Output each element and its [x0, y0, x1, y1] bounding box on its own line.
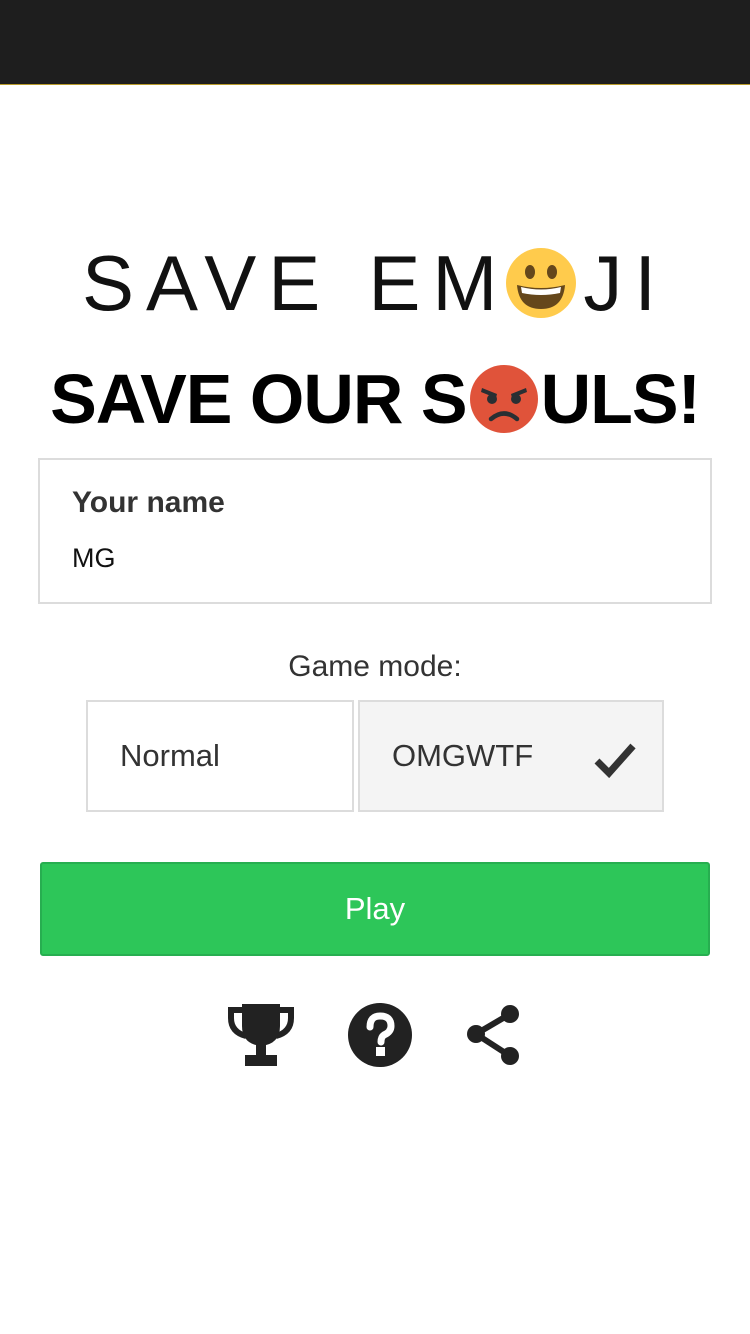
share-icon[interactable] [464, 1000, 524, 1073]
play-button[interactable]: Play [40, 862, 710, 956]
title-save-emoji: SAVE EM JI [0, 238, 750, 328]
name-field-box[interactable]: Your name [38, 458, 712, 604]
title-word-em: EM [368, 238, 510, 327]
angry-face-emoji-icon [469, 364, 539, 434]
title-word-save-our-s: SAVE OUR S [50, 360, 468, 438]
mode-omgwtf-button[interactable]: OMGWTF [358, 700, 664, 812]
title-word-uls: ULS! [540, 360, 701, 438]
title-save-our-souls: SAVE OUR S ULS! [0, 357, 750, 441]
help-icon[interactable] [347, 1000, 413, 1073]
trophy-icon[interactable] [228, 1000, 294, 1073]
title-word-save: SAVE [82, 238, 333, 327]
mode-omgwtf-label: OMGWTF [392, 738, 534, 773]
mode-normal-button[interactable]: Normal [86, 700, 354, 812]
status-bar [0, 0, 750, 85]
game-mode-label: Game mode: [288, 650, 462, 683]
grinning-face-emoji-icon [505, 247, 577, 319]
checkmark-icon [594, 742, 636, 786]
mode-normal-label: Normal [120, 738, 220, 773]
name-field-label: Your name [72, 486, 225, 519]
title-word-ji: JI [583, 238, 668, 327]
name-input[interactable] [72, 538, 672, 578]
